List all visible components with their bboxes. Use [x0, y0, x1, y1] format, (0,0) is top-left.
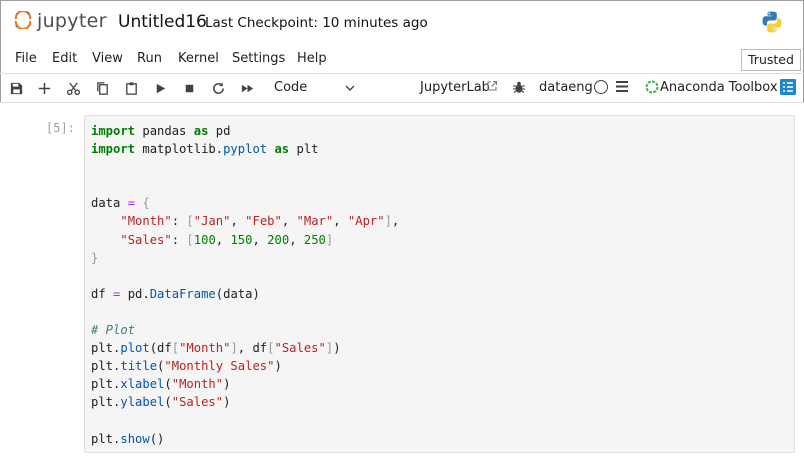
- cut-button[interactable]: [63, 78, 83, 98]
- checkpoint-status: Last Checkpoint: 10 minutes ago: [205, 15, 428, 31]
- header: jupyter Untitled16 Last Checkpoint: 10 m…: [0, 0, 804, 44]
- copy-button[interactable]: [92, 78, 112, 98]
- code-cell-editor[interactable]: import pandas as pd import matplotlib.py…: [84, 115, 795, 453]
- paste-button[interactable]: [121, 78, 141, 98]
- menu-edit[interactable]: Edit: [52, 51, 77, 66]
- stop-button[interactable]: [179, 78, 199, 98]
- restart-icon: [212, 81, 224, 94]
- chevron-down-icon: [345, 85, 355, 91]
- cell-prompt: [5]:: [46, 121, 75, 135]
- code-text: import pandas as pd import matplotlib.py…: [91, 124, 400, 446]
- paste-icon: [125, 81, 137, 95]
- menu-run[interactable]: Run: [137, 51, 162, 66]
- hamburger-icon[interactable]: [616, 81, 628, 92]
- notebook-title[interactable]: Untitled16: [118, 12, 207, 32]
- save-button[interactable]: [6, 78, 26, 98]
- trusted-indicator[interactable]: Trusted: [741, 49, 801, 71]
- stop-icon: [185, 84, 193, 92]
- menu-view[interactable]: View: [92, 51, 123, 66]
- external-link-icon: [487, 80, 498, 91]
- notebook-toolbar: Code JupyterLab dataeng Anaconda Toolbox: [0, 74, 804, 103]
- save-icon: [10, 82, 22, 94]
- jupyter-logo[interactable]: jupyter: [10, 7, 110, 37]
- debugger-icon[interactable]: [512, 80, 526, 94]
- run-all-button[interactable]: [237, 78, 257, 98]
- anaconda-toolbox-button[interactable]: Anaconda Toolbox: [660, 80, 778, 95]
- python-kernel-icon: [762, 11, 782, 33]
- notebook-panel: [5]: import pandas as pd import matplotl…: [0, 103, 804, 464]
- run-icon: [156, 83, 165, 93]
- kernel-name[interactable]: dataeng: [539, 80, 593, 95]
- run-button[interactable]: [150, 78, 170, 98]
- menu-settings[interactable]: Settings: [232, 51, 285, 66]
- toolbox-panel-icon[interactable]: [780, 79, 796, 95]
- cell-type-value: Code: [274, 80, 308, 95]
- logo-text: jupyter: [37, 10, 107, 32]
- menu-file[interactable]: File: [15, 51, 37, 66]
- copy-icon: [96, 81, 108, 95]
- anaconda-icon: [645, 80, 659, 94]
- add-cell-icon: [38, 82, 50, 94]
- jupyterlab-link[interactable]: JupyterLab: [420, 80, 490, 95]
- menu-kernel[interactable]: Kernel: [178, 51, 219, 66]
- cut-icon: [66, 81, 80, 95]
- jupyter-logo-icon: [14, 11, 32, 29]
- run-all-icon: [241, 84, 253, 92]
- menu-bar: File Edit View Run Kernel Settings Help …: [0, 45, 804, 74]
- cell-type-select[interactable]: Code: [274, 79, 360, 97]
- kernel-status-idle-icon: [594, 80, 608, 94]
- menu-help[interactable]: Help: [297, 51, 327, 66]
- add-cell-button[interactable]: [34, 78, 54, 98]
- restart-button[interactable]: [208, 78, 228, 98]
